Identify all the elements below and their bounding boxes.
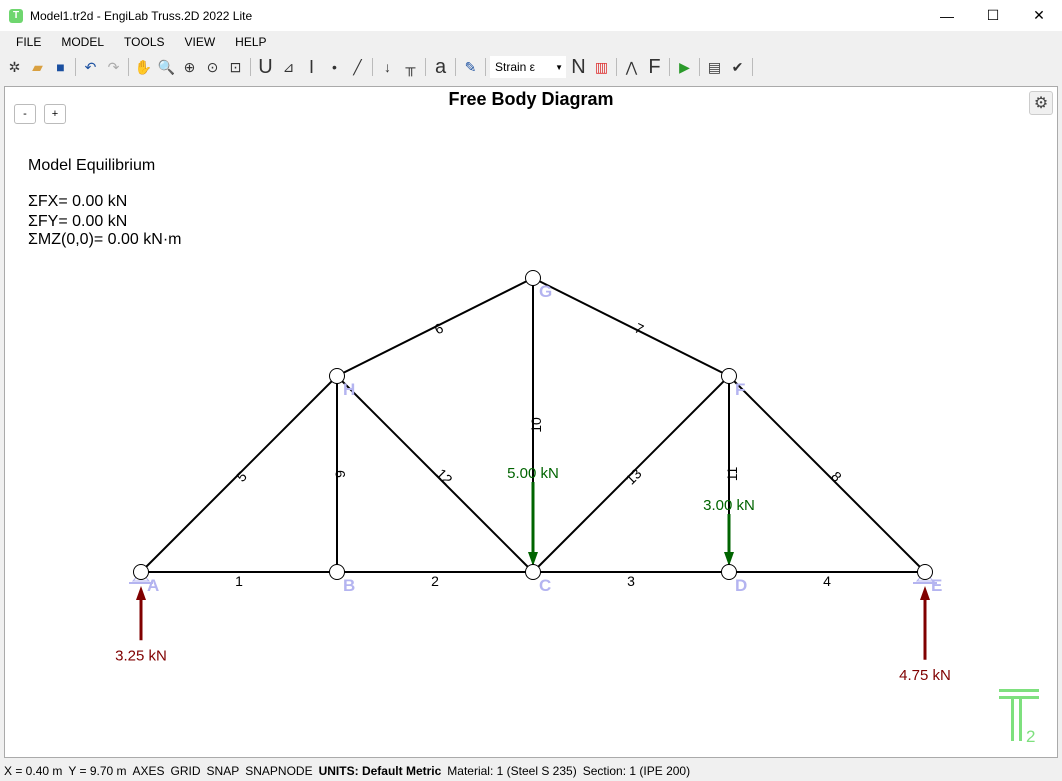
member-8: [728, 375, 926, 573]
status-x: X = 0.40 m: [4, 763, 63, 778]
labels-icon[interactable]: a: [430, 56, 451, 78]
member-label: 11: [724, 467, 740, 482]
menu-tools[interactable]: TOOLS: [114, 35, 174, 49]
minimize-button[interactable]: —: [924, 0, 970, 31]
status-units-label: UNITS:: [318, 763, 359, 778]
save-icon[interactable]: ■: [50, 56, 71, 78]
member-label: 13: [622, 465, 644, 487]
menu-bar: FILE MODEL TOOLS VIEW HELP: [0, 31, 1062, 53]
menu-help[interactable]: HELP: [225, 35, 276, 49]
load-arrowhead: [528, 552, 538, 566]
reaction-label: 4.75 kN: [899, 667, 951, 684]
member-label: 4: [823, 573, 831, 589]
deformed-shape-icon[interactable]: ⋀: [621, 56, 642, 78]
t2-logo: 2: [999, 689, 1039, 746]
new-file-icon[interactable]: ✲: [4, 56, 25, 78]
chevron-down-icon: ▼: [555, 62, 563, 72]
close-button[interactable]: ✕: [1016, 0, 1062, 31]
node-label: B: [343, 576, 355, 595]
diagram-title: Free Body Diagram: [448, 89, 614, 109]
truss-diagram: 1 2 3 456 789101112 135.00 kN3.00 kN3.25 kN4.…: [115, 270, 951, 684]
reaction-arrowhead: [136, 586, 146, 600]
sum-mz: ΣMZ(0,0)= 0.00 kN·m: [28, 231, 182, 248]
menu-view[interactable]: VIEW: [175, 35, 226, 49]
status-material: Material: 1 (Steel S 235): [447, 763, 577, 778]
app-icon: T: [9, 8, 23, 23]
status-section: Section: 1 (IPE 200): [582, 763, 691, 778]
menu-model[interactable]: MODEL: [51, 35, 114, 49]
sum-fx: ΣFX= 0.00 kN: [28, 193, 128, 210]
member-label: 2: [431, 573, 439, 589]
member-label: 12: [433, 465, 455, 487]
node-label: D: [735, 576, 747, 595]
member-7: [532, 277, 730, 377]
equilibrium-heading: Model Equilibrium: [28, 157, 156, 174]
status-units: Default Metric: [361, 763, 442, 778]
node-label: C: [539, 576, 551, 595]
maximize-button[interactable]: ☐: [970, 0, 1016, 31]
units-icon[interactable]: U: [255, 56, 276, 78]
member-label: 7: [632, 320, 646, 338]
report-icon[interactable]: ▤: [704, 56, 725, 78]
section-icon[interactable]: I: [301, 56, 322, 78]
gear-icon: ⚙: [1033, 95, 1049, 112]
window-title: Model1.tr2d - EngiLab Truss.2D 2022 Lite: [30, 8, 253, 23]
result-type-value: Strain ε: [495, 60, 536, 74]
check-icon[interactable]: ✔: [727, 56, 748, 78]
support-icon[interactable]: ╥: [400, 56, 421, 78]
sum-fy: ΣFY= 0.00 kN: [28, 213, 128, 230]
reaction-arrowhead: [920, 586, 930, 600]
axial-force-icon[interactable]: N: [568, 56, 589, 78]
member-icon[interactable]: ╱: [347, 56, 368, 78]
load-arrowhead: [724, 552, 734, 566]
open-file-icon[interactable]: ▰: [27, 56, 48, 78]
status-y: Y = 9.70 m: [68, 763, 127, 778]
load-label: 3.00 kN: [703, 497, 755, 514]
color-scale-icon[interactable]: ▥: [591, 56, 612, 78]
member-label: 10: [528, 417, 544, 433]
zoom-in-out-icon[interactable]: 🔍: [156, 56, 177, 78]
material-icon[interactable]: ⊿: [278, 56, 299, 78]
status-bar: X = 0.40 m Y = 9.70 m AXES GRID SNAP SNA…: [0, 760, 1062, 781]
result-type-select[interactable]: Strain ε ▼: [490, 56, 566, 78]
node-label: G: [539, 282, 552, 301]
zoom-extents-icon[interactable]: ⊙: [202, 56, 223, 78]
node-label: A: [147, 576, 159, 595]
zoom-fit-icon[interactable]: ⊡: [225, 56, 246, 78]
forces-icon[interactable]: F: [644, 56, 665, 78]
svg-text:2: 2: [1026, 727, 1035, 746]
edit-pencil-icon[interactable]: ✎: [460, 56, 481, 78]
member-label: 1: [235, 573, 243, 589]
redo-icon[interactable]: ↷: [103, 56, 124, 78]
settings-button[interactable]: ⚙: [1029, 91, 1053, 115]
drawing-canvas[interactable]: 1 2 3 4 5 6 7 8 9 10 11 12 13 5.00 kN 3.00 kN 3.25 kN 4.…: [4, 86, 1058, 758]
toolbar: ✲ ▰ ■ ↶ ↷ ✋ 🔍 ⊕ ⊙ ⊡ U ⊿ I • ╱ ↓ ╥ a ✎ St…: [0, 53, 1062, 81]
node-label: E: [931, 576, 942, 595]
node-icon[interactable]: •: [324, 56, 345, 78]
status-snap[interactable]: SNAP: [207, 764, 240, 778]
status-axes[interactable]: AXES: [133, 764, 165, 778]
status-grid[interactable]: GRID: [171, 764, 201, 778]
status-snapnode[interactable]: SNAPNODE: [245, 764, 312, 778]
node-label: F: [735, 380, 745, 399]
menu-file[interactable]: FILE: [6, 35, 51, 49]
member-label: 9: [332, 470, 348, 478]
member-label: 3: [627, 573, 635, 589]
run-analysis-icon[interactable]: ▶: [674, 56, 695, 78]
undo-icon[interactable]: ↶: [80, 56, 101, 78]
title-bar: T Model1.tr2d - EngiLab Truss.2D 2022 Li…: [0, 0, 1062, 31]
nodal-load-icon[interactable]: ↓: [377, 56, 398, 78]
node-label: H: [343, 380, 355, 399]
reaction-label: 3.25 kN: [115, 647, 167, 664]
load-label: 5.00 kN: [507, 465, 559, 482]
pan-icon[interactable]: ✋: [133, 56, 154, 78]
zoom-window-icon[interactable]: ⊕: [179, 56, 200, 78]
